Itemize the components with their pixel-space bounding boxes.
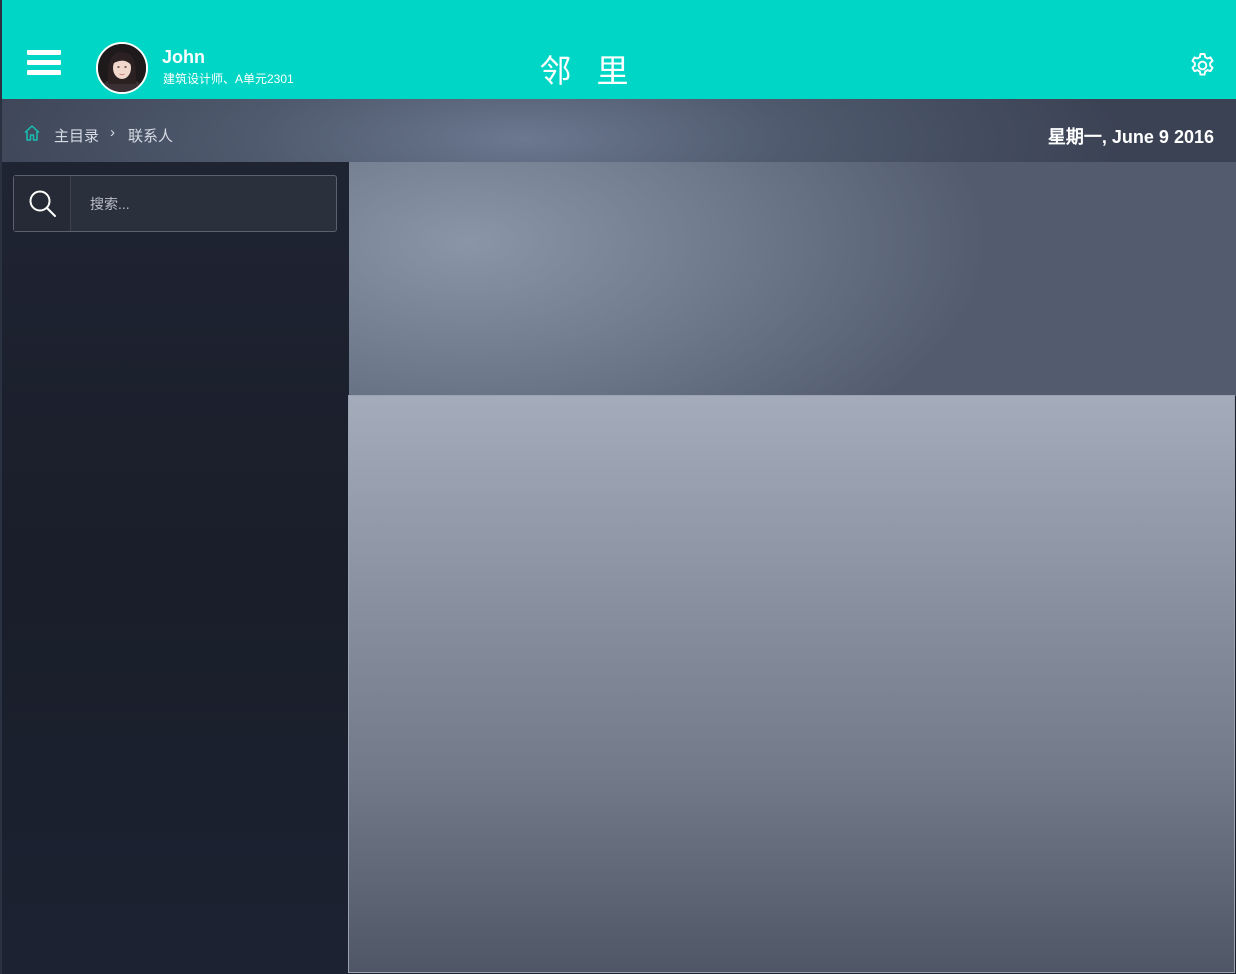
sidebar bbox=[0, 162, 349, 974]
search-input[interactable] bbox=[72, 176, 336, 231]
top-header: John 建筑设计师、A单元2301 邻 里 bbox=[0, 0, 1236, 99]
user-subtitle: 建筑设计师、A单元2301 bbox=[163, 72, 294, 86]
hamburger-menu-icon[interactable] bbox=[27, 50, 61, 78]
avatar[interactable] bbox=[96, 42, 148, 94]
breadcrumb-current: 联系人 bbox=[128, 128, 174, 145]
search-box bbox=[13, 175, 337, 232]
breadcrumb-separator: › bbox=[110, 124, 115, 141]
date-display: 星期一, June 9 2016 bbox=[1047, 127, 1214, 147]
gear-icon[interactable] bbox=[1188, 51, 1217, 80]
content-panel bbox=[348, 395, 1235, 973]
user-name: John bbox=[162, 47, 205, 67]
breadcrumb-home[interactable]: 主目录 bbox=[54, 125, 99, 146]
app-window: John 建筑设计师、A单元2301 邻 里 主目录 › 联系人 星期一, Ju… bbox=[0, 0, 1236, 974]
home-icon[interactable] bbox=[22, 123, 42, 143]
content-header-area bbox=[349, 162, 1236, 396]
search-icon[interactable] bbox=[14, 176, 71, 231]
